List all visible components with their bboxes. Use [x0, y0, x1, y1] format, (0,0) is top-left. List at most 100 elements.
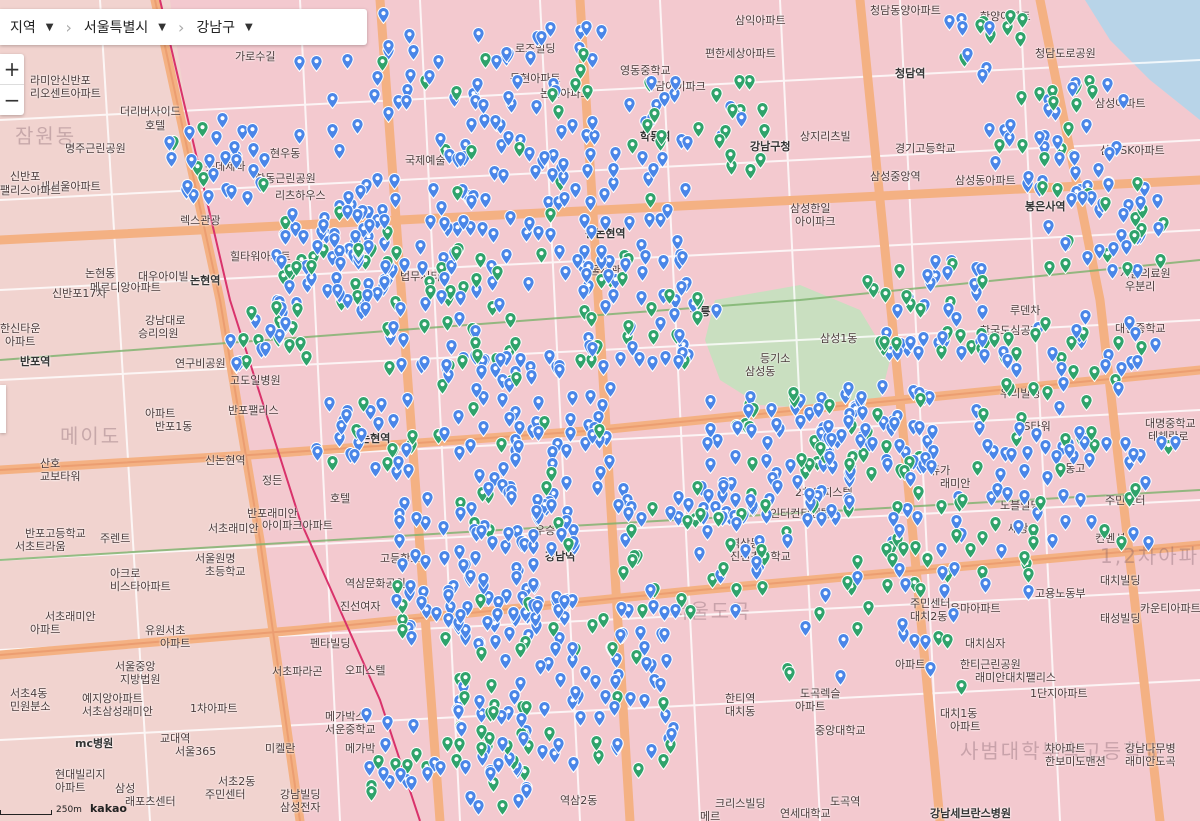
map-pin-icon[interactable]: [538, 701, 551, 718]
map-pin-icon[interactable]: [293, 55, 306, 72]
map-pin-icon[interactable]: [475, 741, 488, 758]
map-pin-icon[interactable]: [626, 138, 639, 155]
map-pin-icon[interactable]: [1120, 239, 1133, 256]
map-pin-icon[interactable]: [545, 498, 558, 515]
map-pin-icon[interactable]: [275, 254, 288, 271]
map-pin-icon[interactable]: [742, 403, 755, 420]
map-pin-icon[interactable]: [750, 555, 763, 572]
map-pin-icon[interactable]: [377, 766, 390, 783]
map-pin-icon[interactable]: [418, 318, 431, 335]
map-pin-icon[interactable]: [359, 301, 372, 318]
map-pin-icon[interactable]: [1098, 523, 1111, 540]
map-pin-icon[interactable]: [713, 133, 726, 150]
map-pin-icon[interactable]: [590, 735, 603, 752]
map-pin-icon[interactable]: [1074, 492, 1087, 509]
map-pin-icon[interactable]: [1014, 31, 1027, 48]
map-pin-icon[interactable]: [981, 438, 994, 455]
map-pin-icon[interactable]: [496, 392, 509, 409]
map-pin-icon[interactable]: [1000, 377, 1013, 394]
map-pin-icon[interactable]: [803, 487, 816, 504]
map-pin-icon[interactable]: [717, 561, 730, 578]
map-pin-icon[interactable]: [795, 452, 808, 469]
map-pin-icon[interactable]: [471, 348, 484, 365]
map-pin-icon[interactable]: [983, 122, 996, 139]
map-pin-icon[interactable]: [1080, 118, 1093, 135]
map-pin-icon[interactable]: [956, 20, 969, 37]
map-pin-icon[interactable]: [472, 799, 485, 816]
map-pin-icon[interactable]: [1131, 354, 1144, 371]
map-pin-icon[interactable]: [453, 311, 466, 328]
map-pin-icon[interactable]: [474, 252, 487, 269]
map-pin-icon[interactable]: [341, 53, 354, 70]
map-pin-icon[interactable]: [1103, 146, 1116, 163]
map-pin-icon[interactable]: [935, 542, 948, 559]
map-pin-icon[interactable]: [331, 283, 344, 300]
map-pin-icon[interactable]: [756, 102, 769, 119]
map-pin-icon[interactable]: [579, 665, 592, 682]
map-pin-icon[interactable]: [546, 87, 559, 104]
map-pin-icon[interactable]: [724, 537, 737, 554]
map-pin-icon[interactable]: [450, 85, 463, 102]
map-pin-icon[interactable]: [404, 579, 417, 596]
map-pin-icon[interactable]: [675, 280, 688, 297]
map-pin-icon[interactable]: [348, 448, 361, 465]
map-pin-icon[interactable]: [405, 775, 418, 792]
map-pin-icon[interactable]: [1053, 151, 1066, 168]
map-pin-icon[interactable]: [524, 50, 537, 67]
map-pin-icon[interactable]: [409, 548, 422, 565]
map-pin-icon[interactable]: [544, 227, 557, 244]
map-pin-icon[interactable]: [993, 138, 1006, 155]
map-pin-icon[interactable]: [527, 557, 540, 574]
map-pin-icon[interactable]: [290, 260, 303, 277]
district-select[interactable]: 강남구 ▼: [186, 9, 262, 45]
map-pin-icon[interactable]: [730, 516, 743, 533]
map-pin-icon[interactable]: [581, 84, 594, 101]
map-pin-icon[interactable]: [245, 305, 258, 322]
map-pin-icon[interactable]: [1046, 346, 1059, 363]
map-pin-icon[interactable]: [862, 600, 875, 617]
map-pin-icon[interactable]: [465, 144, 478, 161]
map-pin-icon[interactable]: [1039, 316, 1052, 333]
map-pin-icon[interactable]: [726, 103, 739, 120]
map-pin-icon[interactable]: [230, 356, 243, 373]
map-pin-icon[interactable]: [558, 594, 571, 611]
map-pin-icon[interactable]: [1018, 550, 1031, 567]
map-pin-icon[interactable]: [758, 123, 771, 140]
map-pin-icon[interactable]: [534, 659, 547, 676]
map-pin-icon[interactable]: [976, 530, 989, 547]
map-pin-icon[interactable]: [1115, 361, 1128, 378]
map-pin-icon[interactable]: [1022, 170, 1035, 187]
map-pin-icon[interactable]: [477, 420, 490, 437]
map-pin-icon[interactable]: [438, 550, 451, 567]
map-pin-icon[interactable]: [464, 569, 477, 586]
map-pin-icon[interactable]: [584, 195, 597, 212]
map-pin-icon[interactable]: [165, 151, 178, 168]
map-pin-icon[interactable]: [1127, 526, 1140, 543]
map-pin-icon[interactable]: [890, 336, 903, 353]
map-pin-icon[interactable]: [1004, 9, 1017, 26]
map-pin-icon[interactable]: [1057, 488, 1070, 505]
map-pin-icon[interactable]: [607, 162, 620, 179]
map-pin-icon[interactable]: [477, 572, 490, 589]
map-pin-icon[interactable]: [437, 520, 450, 537]
map-pin-icon[interactable]: [452, 409, 465, 426]
map-pin-icon[interactable]: [744, 163, 757, 180]
map-pin-icon[interactable]: [1022, 584, 1035, 601]
map-pin-icon[interactable]: [459, 671, 472, 688]
map-pin-icon[interactable]: [584, 147, 597, 164]
map-pin-icon[interactable]: [581, 163, 594, 180]
map-pin-icon[interactable]: [971, 460, 984, 477]
map-pin-icon[interactable]: [1070, 97, 1083, 114]
map-pin-icon[interactable]: [658, 91, 671, 108]
map-pin-icon[interactable]: [595, 24, 608, 41]
side-panel-handle[interactable]: [0, 385, 6, 433]
map-pin-icon[interactable]: [499, 653, 512, 670]
map-pin-icon[interactable]: [382, 106, 395, 123]
map-pin-icon[interactable]: [1063, 443, 1076, 460]
map-pin-icon[interactable]: [622, 319, 635, 336]
map-pin-icon[interactable]: [896, 617, 909, 634]
map-pin-icon[interactable]: [532, 425, 545, 442]
map-pin-icon[interactable]: [502, 90, 515, 107]
map-pin-icon[interactable]: [814, 441, 827, 458]
map-pin-icon[interactable]: [546, 167, 559, 184]
